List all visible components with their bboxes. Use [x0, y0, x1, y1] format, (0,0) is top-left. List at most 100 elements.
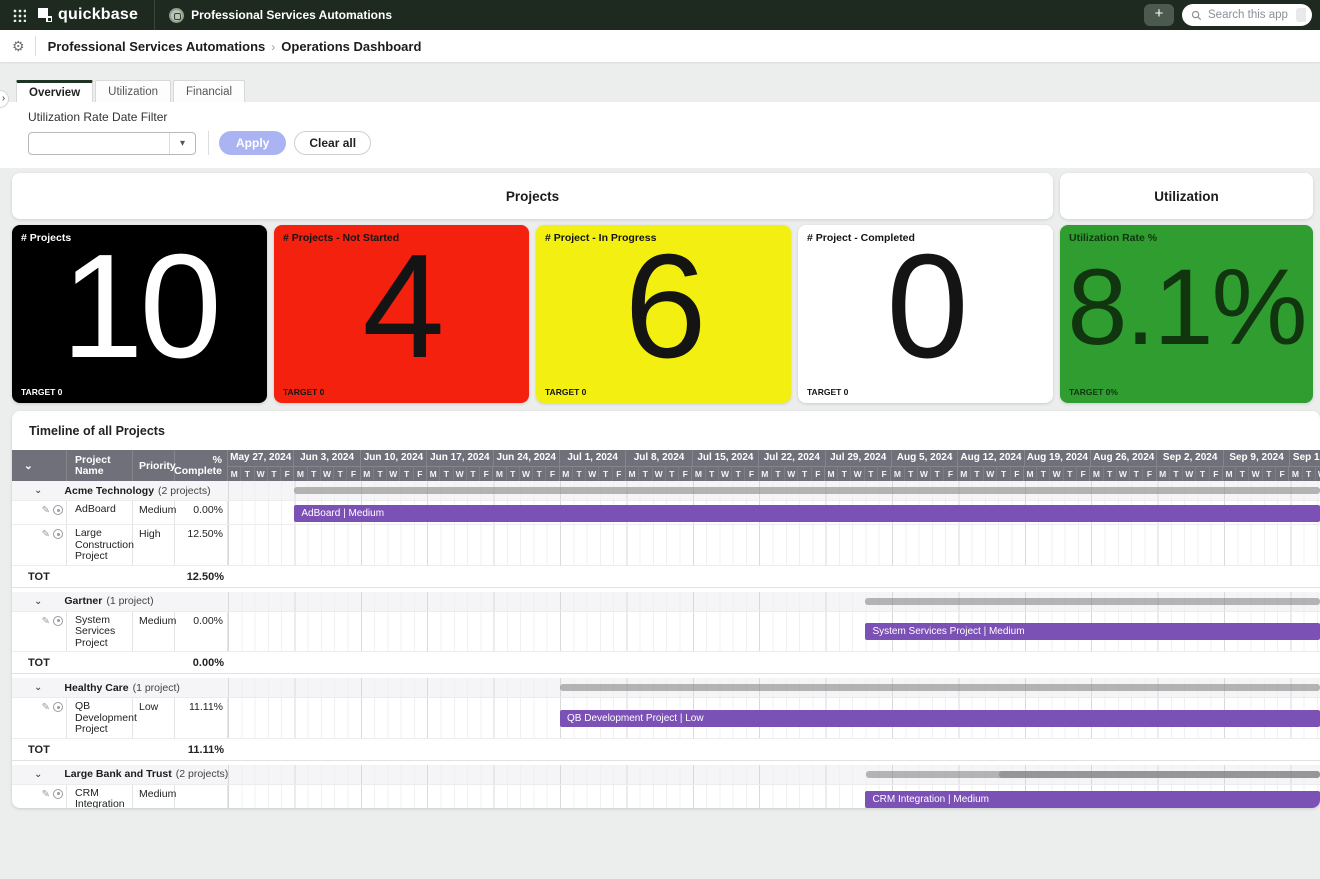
- tab-financial[interactable]: Financial: [173, 80, 245, 102]
- search-icon: [1191, 10, 1202, 21]
- settings-gear-icon[interactable]: ⚙: [12, 38, 25, 55]
- app-avatar-icon: [169, 8, 184, 23]
- group-collapse-chevron[interactable]: ⌄: [34, 485, 42, 496]
- group-timeline-cells: [228, 592, 1320, 611]
- date-filter-select[interactable]: ▾: [28, 132, 196, 155]
- breadcrumb-app-link[interactable]: Professional Services Automations: [48, 39, 266, 54]
- total-row-left: TOT11.11%: [12, 739, 228, 760]
- project-name-cell[interactable]: Large Construction Project: [67, 525, 133, 565]
- edit-icon[interactable]: ✎: [42, 529, 50, 541]
- quickbase-logo-icon: [38, 8, 52, 22]
- day-header-cell: M: [228, 467, 241, 481]
- day-header-cell: F: [679, 467, 692, 481]
- kpi-card-utilization-rate[interactable]: Utilization Rate % 8.1% TARGET 0%: [1060, 225, 1313, 403]
- kpi-card-not-started[interactable]: # Projects - Not Started 4 TARGET 0: [274, 225, 529, 403]
- group-summary-bar[interactable]: [294, 487, 1320, 494]
- apply-button[interactable]: Apply: [219, 131, 286, 155]
- gantt-body: ⌄Acme Technology (2 projects)✎AdBoardMed…: [12, 481, 1320, 808]
- gantt-bar[interactable]: AdBoard | Medium: [294, 505, 1320, 522]
- gantt-project-row[interactable]: ✎System Services ProjectMedium0.00%Syste…: [12, 612, 1320, 653]
- week-header-cell: Jul 1, 2024: [560, 450, 626, 466]
- edit-icon[interactable]: ✎: [42, 616, 50, 628]
- group-row-left: ⌄Healthy Care (1 project): [12, 678, 228, 697]
- group-project-count: (1 project): [106, 595, 153, 607]
- current-app-chip[interactable]: Professional Services Automations: [169, 8, 392, 23]
- breadcrumb-separator: ›: [271, 40, 275, 54]
- day-header-cell: T: [905, 467, 918, 481]
- dashboard-page: Overview Utilization Financial Utilizati…: [0, 80, 1320, 879]
- group-summary-bar[interactable]: [865, 598, 1320, 605]
- column-header-project-name[interactable]: Project Name: [67, 450, 133, 481]
- dashboard-tabs: Overview Utilization Financial: [16, 80, 1320, 102]
- gantt-bar[interactable]: System Services Project | Medium: [865, 623, 1320, 640]
- view-icon[interactable]: [53, 616, 63, 626]
- group-summary-bar[interactable]: [999, 771, 1320, 778]
- gantt-project-row[interactable]: ✎AdBoardMedium0.00%AdBoard | Medium: [12, 501, 1320, 525]
- gantt-project-row[interactable]: ✎CRM IntegrationMediumCRM Integration | …: [12, 785, 1320, 809]
- kpi-target: TARGET 0: [545, 387, 586, 397]
- project-name-cell[interactable]: CRM Integration: [67, 785, 133, 809]
- gantt-group-row[interactable]: ⌄Large Bank and Trust (2 projects): [12, 765, 1320, 785]
- day-header-cell: F: [1011, 467, 1024, 481]
- priority-cell: High: [133, 525, 175, 565]
- day-header-cell: T: [971, 467, 984, 481]
- group-collapse-chevron[interactable]: ⌄: [34, 769, 42, 780]
- filter-divider: [208, 131, 209, 155]
- group-summary-bar[interactable]: [560, 684, 1320, 691]
- add-button[interactable]: +: [1144, 4, 1174, 26]
- group-collapse-chevron[interactable]: ⌄: [34, 682, 42, 693]
- kpi-card-in-progress[interactable]: # Project - In Progress 6 TARGET 0: [536, 225, 791, 403]
- gantt-project-row[interactable]: ✎Large Construction ProjectHigh12.50%: [12, 525, 1320, 566]
- column-header-priority[interactable]: Priority: [133, 450, 175, 481]
- quickbase-logo[interactable]: quickbase: [38, 6, 138, 24]
- day-header-cell: M: [825, 467, 838, 481]
- week-header-cell: Aug 12, 2024: [958, 450, 1024, 466]
- view-icon[interactable]: [53, 505, 63, 515]
- gantt-group-row[interactable]: ⌄Healthy Care (1 project): [12, 678, 1320, 698]
- view-icon[interactable]: [53, 529, 63, 539]
- project-name-cell[interactable]: AdBoard: [67, 501, 133, 524]
- edit-icon[interactable]: ✎: [42, 789, 50, 801]
- collapse-all-chevron[interactable]: ⌄: [12, 450, 67, 481]
- project-name-cell[interactable]: QB Development Project: [67, 698, 133, 738]
- week-header-cell: Aug 26, 2024: [1091, 450, 1157, 466]
- tab-overview[interactable]: Overview: [16, 80, 93, 102]
- projects-section-header: Projects: [12, 173, 1053, 219]
- pct-complete-cell: 0.00%: [175, 612, 228, 652]
- day-header-cell: M: [1090, 467, 1103, 481]
- gantt-total-row: TOT0.00%: [12, 652, 1320, 674]
- gantt-group-row[interactable]: ⌄Gartner (1 project): [12, 592, 1320, 612]
- search-input[interactable]: [1208, 9, 1290, 21]
- view-icon[interactable]: [53, 702, 63, 712]
- gantt-project-row[interactable]: ✎QB Development ProjectLow11.11%QB Devel…: [12, 698, 1320, 739]
- group-collapse-chevron[interactable]: ⌄: [34, 596, 42, 607]
- day-header-cell: T: [241, 467, 254, 481]
- tab-utilization[interactable]: Utilization: [95, 80, 171, 102]
- day-header-cell: W: [321, 467, 334, 481]
- clear-all-button[interactable]: Clear all: [294, 131, 371, 155]
- app-launcher-icon[interactable]: [12, 8, 26, 22]
- edit-icon[interactable]: ✎: [42, 702, 50, 714]
- timeline-card: Timeline of all Projects ⌄ Project Name …: [12, 411, 1320, 808]
- project-name-cell[interactable]: System Services Project: [67, 612, 133, 652]
- gantt-bar[interactable]: CRM Integration | Medium: [865, 791, 1320, 808]
- view-icon[interactable]: [53, 789, 63, 799]
- search-box[interactable]: [1182, 4, 1312, 26]
- day-header-cell: M: [1223, 467, 1236, 481]
- week-header-cell: Jul 22, 2024: [759, 450, 825, 466]
- project-row-actions: ✎: [12, 525, 67, 565]
- week-header-cell: Aug 19, 2024: [1025, 450, 1091, 466]
- project-row-left: ✎AdBoardMedium0.00%: [12, 501, 228, 524]
- gantt-bar[interactable]: QB Development Project | Low: [560, 710, 1320, 727]
- project-row-actions: ✎: [12, 501, 67, 524]
- column-header-pct-complete[interactable]: % Complete: [175, 450, 228, 481]
- day-header-cell: W: [387, 467, 400, 481]
- edit-icon[interactable]: ✎: [42, 505, 50, 517]
- day-header-cell: F: [546, 467, 559, 481]
- kpi-value: 10: [12, 233, 267, 381]
- gantt-group-row[interactable]: ⌄Acme Technology (2 projects): [12, 481, 1320, 501]
- kpi-card-completed[interactable]: # Project - Completed 0 TARGET 0: [798, 225, 1053, 403]
- kpi-card-projects[interactable]: # Projects 10 TARGET 0: [12, 225, 267, 403]
- total-row-left: TOT0.00%: [12, 652, 228, 673]
- total-pct-value: 11.11%: [188, 744, 224, 756]
